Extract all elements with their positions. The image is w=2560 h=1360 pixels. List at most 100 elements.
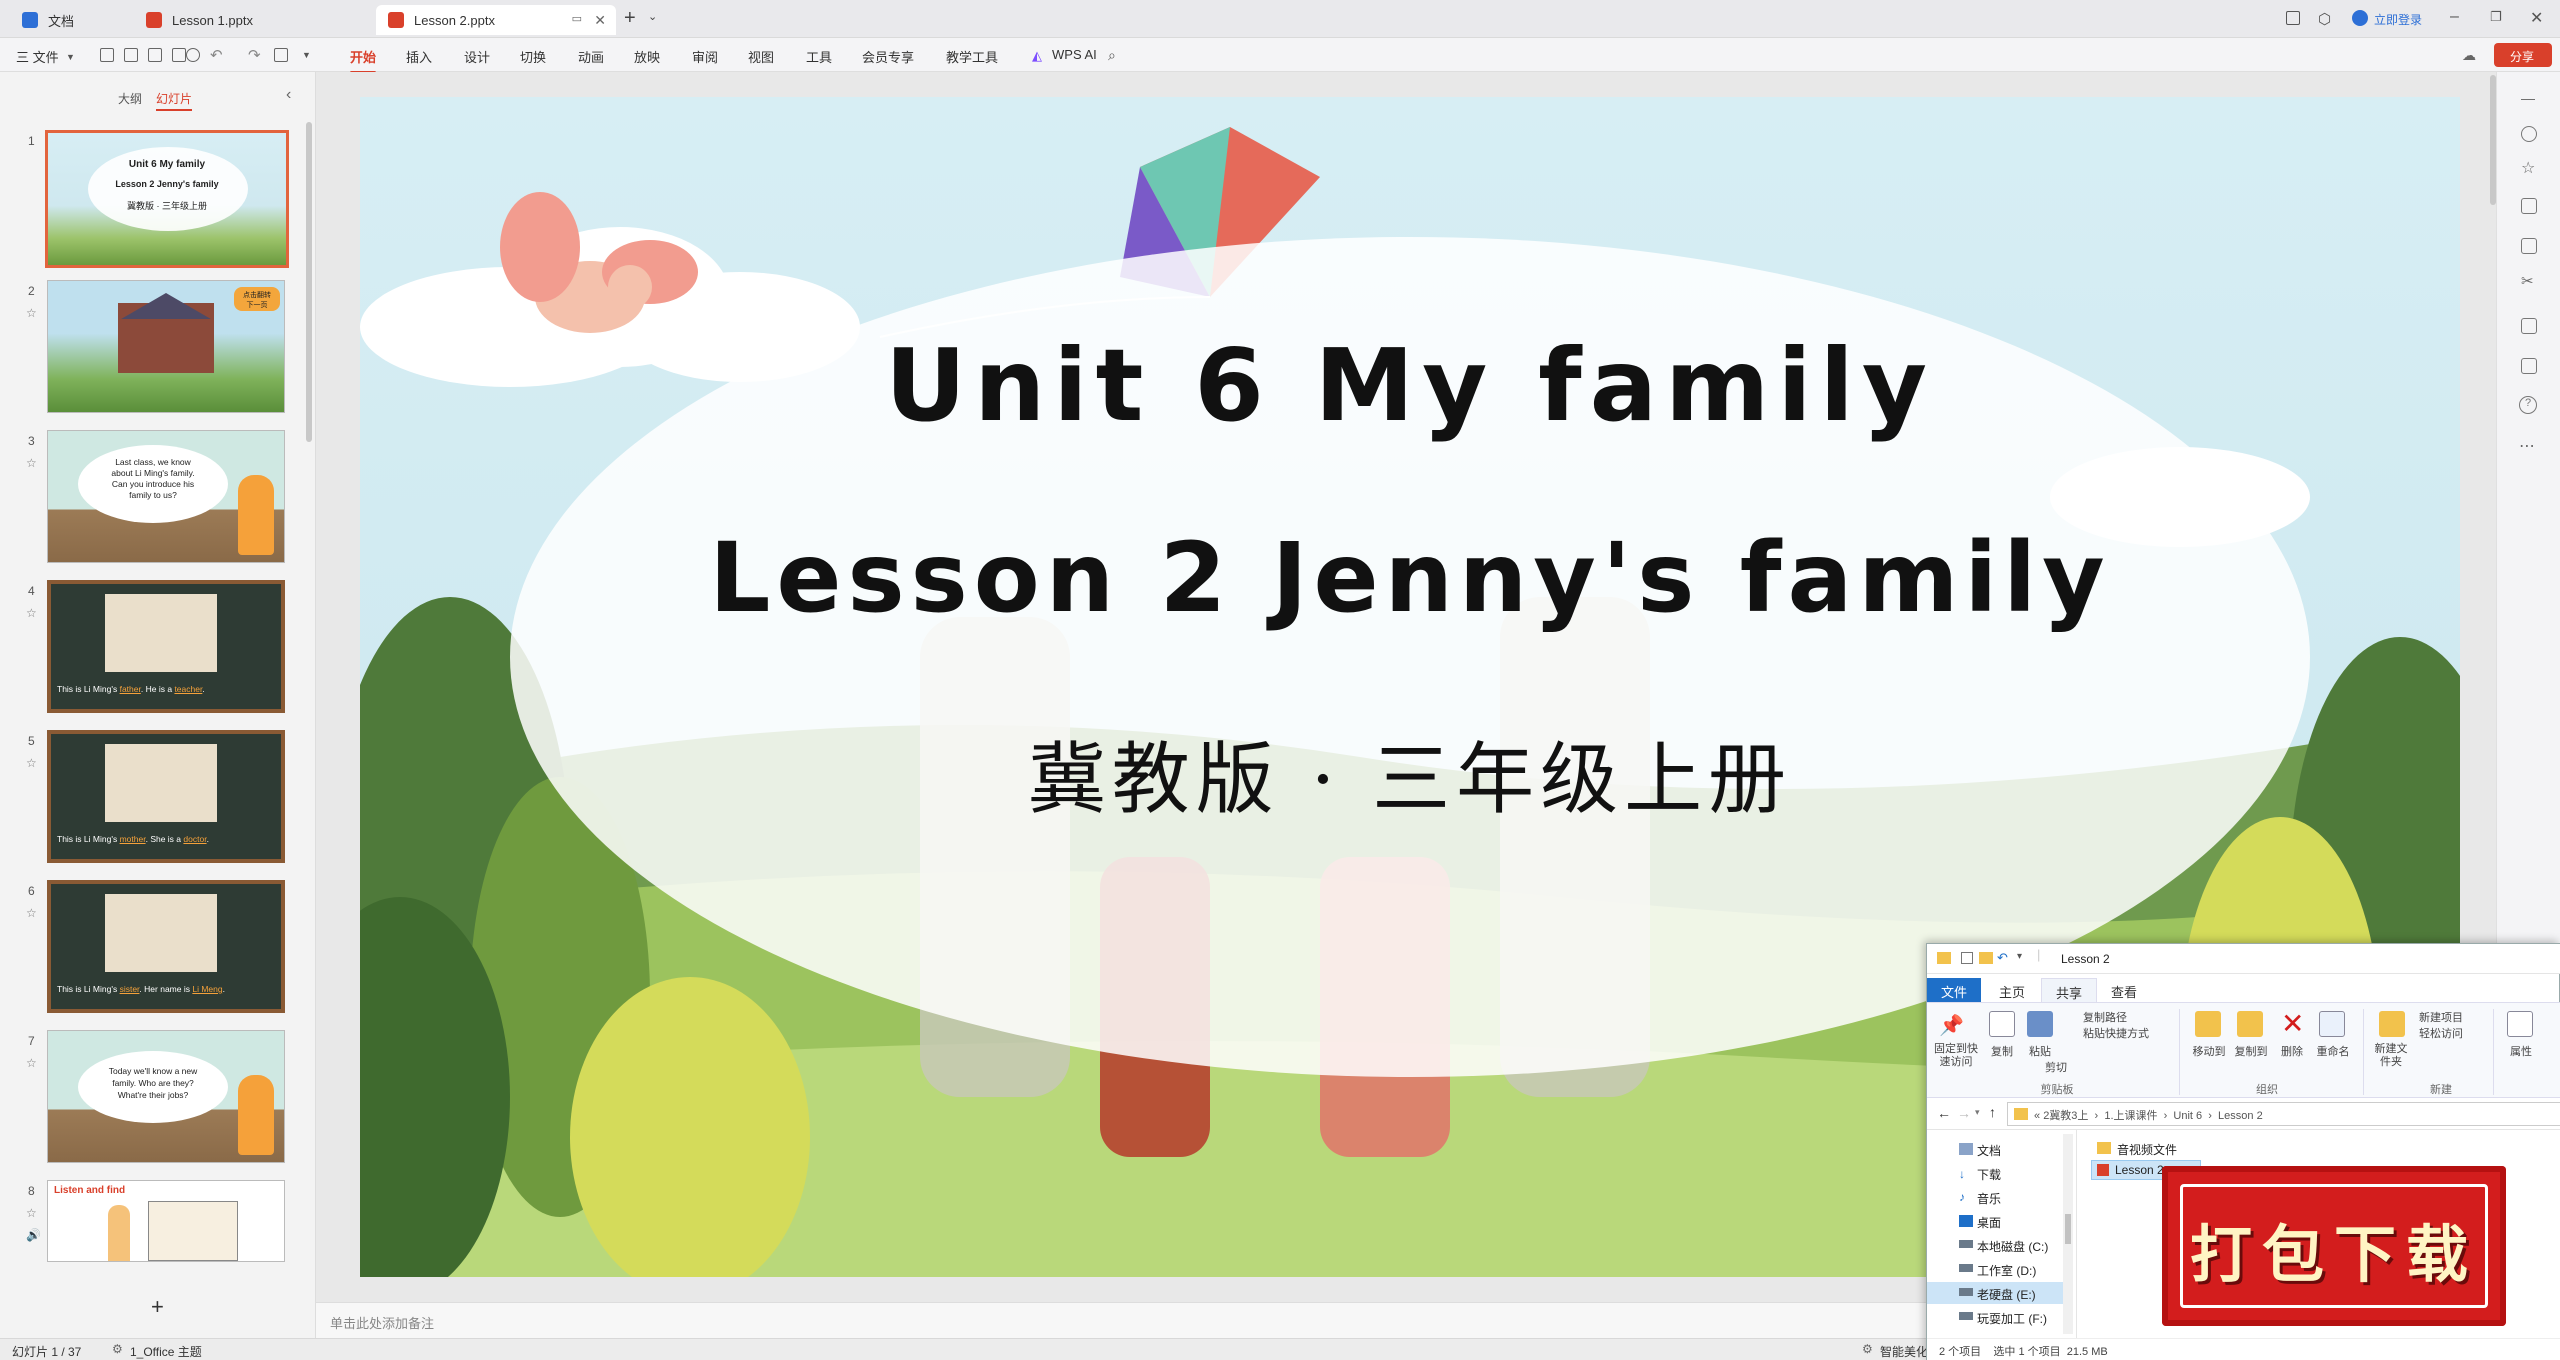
rename-icon[interactable] (2319, 1011, 2345, 1037)
copy-to-label[interactable]: 复制到 (2231, 1043, 2271, 1059)
tree-item-music[interactable]: 音乐 (1977, 1190, 2001, 1207)
back-icon[interactable]: ← (1937, 1105, 1951, 1121)
book-icon[interactable] (2521, 318, 2537, 334)
collapse-icon[interactable]: — (2521, 90, 2535, 106)
slide-thumb-1[interactable]: Unit 6 My family Lesson 2 Jenny's family… (45, 130, 289, 268)
star-icon[interactable]: ☆ (26, 606, 37, 620)
slide-thumb-4[interactable]: This is Li Ming's father. He is a teache… (47, 580, 285, 713)
close-window-icon[interactable]: ✕ (2530, 8, 2543, 28)
new-item[interactable]: 新建项目 (2419, 1009, 2463, 1025)
menu-teaching[interactable]: 教学工具 (946, 47, 998, 66)
minimize-icon[interactable]: – (2450, 8, 2459, 26)
paste-label[interactable]: 粘贴 (2025, 1043, 2055, 1059)
menu-design[interactable]: 设计 (464, 47, 490, 66)
nav-scrollbar[interactable] (2063, 1134, 2073, 1334)
explorer-tab-view[interactable]: 查看 (2097, 978, 2151, 1002)
menu-slideshow[interactable]: 放映 (634, 47, 660, 66)
nav-scroll-thumb[interactable] (2065, 1214, 2071, 1244)
star-icon[interactable]: ☆ (26, 1056, 37, 1070)
print-preview-icon[interactable] (172, 48, 186, 62)
tree-item-e[interactable]: 老硬盘 (E:) (1977, 1286, 2036, 1303)
new-doc-icon[interactable] (100, 48, 114, 62)
tab-outline[interactable]: 大纲 (118, 90, 142, 107)
crumb[interactable]: 1.上课课件 (2104, 1110, 2157, 1122)
slide-thumb-3[interactable]: Last class, we know about Li Ming's fami… (47, 430, 285, 563)
login-link[interactable]: 立即登录 (2374, 11, 2422, 28)
close-tab-icon[interactable]: ✕ (594, 12, 606, 29)
tools-icon[interactable]: ✂ (2521, 272, 2534, 290)
notes-area[interactable]: 单击此处添加备注 (316, 1302, 2200, 1338)
tree-item-desktop[interactable]: 桌面 (1977, 1214, 2001, 1231)
copy-path[interactable]: 复制路径 (2083, 1009, 2127, 1025)
image-icon[interactable] (2521, 238, 2537, 254)
star-icon[interactable]: ☆ (26, 456, 37, 470)
new-folder-icon[interactable] (2379, 1011, 2405, 1037)
tab-docs[interactable]: 文档 (10, 5, 128, 35)
crumb[interactable]: 2冀教3上 (2043, 1110, 2088, 1122)
move-to-label[interactable]: 移动到 (2189, 1043, 2229, 1059)
search-doc-icon[interactable] (186, 48, 200, 62)
star-icon[interactable]: ☆ (26, 756, 37, 770)
new-folder-icon[interactable] (1979, 952, 1993, 964)
star-icon[interactable]: ☆ (2521, 158, 2535, 178)
undo-icon[interactable]: ↶ (1997, 950, 2008, 966)
menu-review[interactable]: 审阅 (692, 47, 718, 66)
collapse-panel-icon[interactable]: ‹ (286, 86, 291, 104)
tree-item-c[interactable]: 本地磁盘 (C:) (1977, 1238, 2048, 1255)
properties-icon[interactable] (2521, 126, 2537, 142)
open-folder-icon[interactable] (124, 48, 138, 62)
share-button[interactable]: 分享 (2494, 43, 2552, 67)
properties-icon[interactable] (1961, 952, 1973, 964)
window-layout-icon[interactable] (2286, 11, 2300, 25)
explorer-tab-home[interactable]: 主页 (1985, 978, 2039, 1002)
paste-shortcut[interactable]: 粘贴快捷方式 (2083, 1025, 2149, 1041)
chevron-down-icon[interactable]: ▼ (66, 52, 75, 62)
menu-transition[interactable]: 切换 (520, 47, 546, 66)
rename-label[interactable]: 重命名 (2313, 1043, 2353, 1059)
clipboard-icon[interactable] (2521, 358, 2537, 374)
pin-icon[interactable]: 📌 (1939, 1013, 1964, 1038)
chevron-down-icon[interactable]: ▼ (302, 50, 311, 60)
menu-tools[interactable]: 工具 (806, 47, 832, 66)
slide-thumb-7[interactable]: Today we'll know a new family. Who are t… (47, 1030, 285, 1163)
star-icon[interactable]: ☆ (26, 906, 37, 920)
download-badge[interactable]: 打包下载 (2162, 1166, 2506, 1326)
redo-icon[interactable]: ↷ (248, 46, 261, 64)
menu-insert[interactable]: 插入 (406, 47, 432, 66)
up-icon[interactable]: ↑ (1989, 1104, 1996, 1120)
copy-label[interactable]: 复制 (1987, 1043, 2017, 1059)
tree-item-f[interactable]: 玩耍加工 (F:) (1977, 1310, 2047, 1327)
audio-icon[interactable]: 🔊 (26, 1228, 41, 1242)
crumb[interactable]: Unit 6 (2173, 1110, 2202, 1122)
crumb[interactable]: Lesson 2 (2218, 1110, 2263, 1122)
tree-item-downloads[interactable]: 下载 (1977, 1166, 2001, 1183)
cube-icon[interactable]: ⬡ (2318, 10, 2331, 28)
search-icon[interactable]: ⌕ (1108, 47, 1116, 64)
restore-icon[interactable]: ❐ (2490, 9, 2502, 25)
undo-icon[interactable]: ↶ (210, 46, 223, 64)
delete-icon[interactable]: ✕ (2281, 1007, 2304, 1040)
copy-to-icon[interactable] (2237, 1011, 2263, 1037)
copy-icon[interactable] (1989, 1011, 2015, 1037)
paste-icon[interactable] (2027, 1011, 2053, 1037)
print-icon[interactable] (148, 48, 162, 62)
tab-lesson1[interactable]: Lesson 1.pptx (134, 5, 370, 35)
help-icon[interactable]: ? (2519, 396, 2537, 414)
format-painter-icon[interactable] (274, 48, 288, 62)
move-to-icon[interactable] (2195, 1011, 2221, 1037)
forward-icon[interactable]: → (1957, 1105, 1971, 1121)
chevron-down-icon[interactable]: ⌄ (648, 10, 657, 23)
new-folder-label[interactable]: 新建文件夹 (2371, 1043, 2411, 1069)
file-menu[interactable]: 三 文件 (16, 47, 59, 66)
menu-animation[interactable]: 动画 (578, 47, 604, 66)
star-icon[interactable]: ☆ (26, 306, 37, 320)
properties-icon[interactable] (2507, 1011, 2533, 1037)
copy-icon[interactable] (2521, 198, 2537, 214)
tree-item-d[interactable]: 工作室 (D:) (1977, 1262, 2036, 1279)
star-icon[interactable]: ☆ (26, 1206, 37, 1220)
recent-dropdown[interactable]: ▾ (1975, 1107, 1980, 1118)
quick-access-dropdown[interactable]: ▾ (2017, 951, 2022, 962)
tab-slides[interactable]: 幻灯片 (156, 90, 193, 111)
pin-label[interactable]: 固定到快速访问 (1931, 1043, 1981, 1069)
explorer-tab-share[interactable]: 共享 (2041, 978, 2098, 1002)
